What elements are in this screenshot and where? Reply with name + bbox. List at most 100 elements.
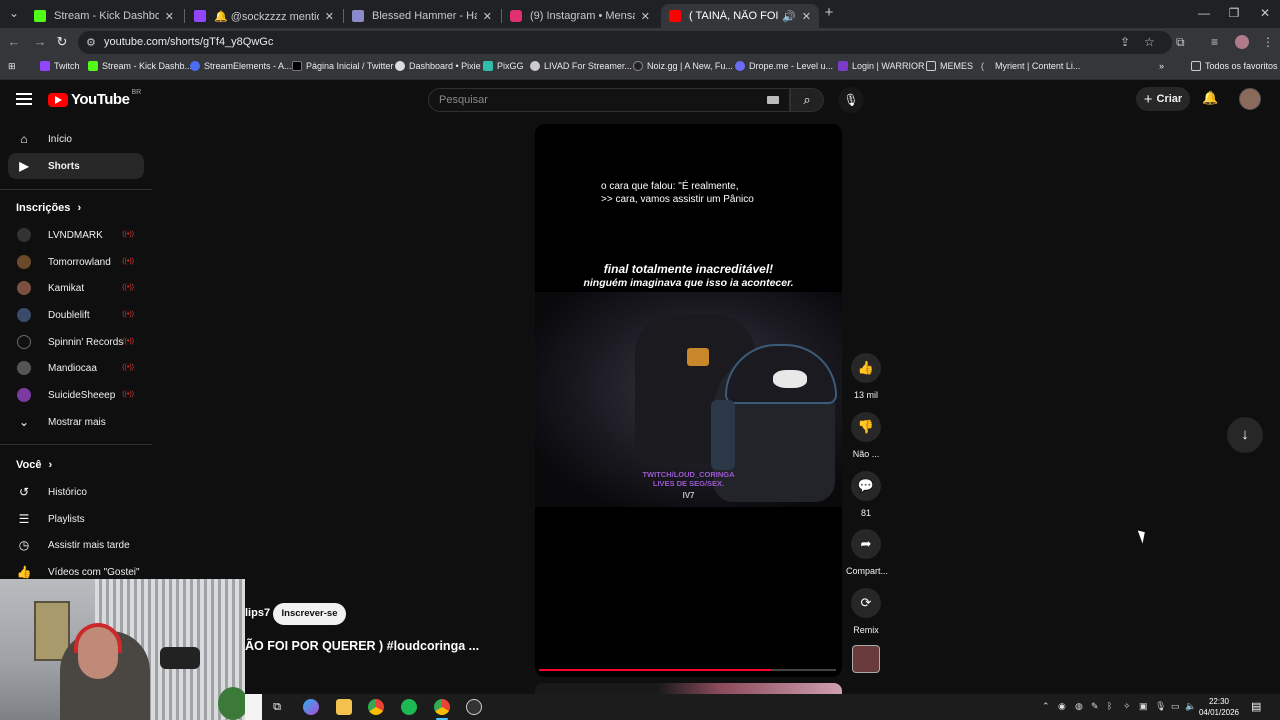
site-info-icon[interactable]: ⚙ xyxy=(86,36,96,49)
taskbar-clock[interactable]: 22:30 04/01/2026 xyxy=(1198,696,1240,718)
browser-profile-avatar[interactable] xyxy=(1235,35,1249,49)
search-button[interactable]: ⌕ xyxy=(790,88,824,112)
sidebar-channel-doublelift[interactable]: Doublelift ((•)) xyxy=(8,302,144,328)
sound-thumbnail[interactable] xyxy=(852,645,880,673)
sidebar-item-shorts[interactable]: ▶ Shorts xyxy=(8,153,144,179)
back-icon[interactable]: ← xyxy=(6,34,22,49)
tray-display-icon[interactable]: ▣ xyxy=(1139,701,1148,712)
sidebar-item-home[interactable]: ⌂ Início xyxy=(8,126,144,152)
bookmark-twitch[interactable]: Twitch xyxy=(40,61,80,71)
channel-handle[interactable]: lips7 xyxy=(245,607,270,619)
tray-volume-icon[interactable]: 🔈 xyxy=(1185,701,1196,712)
dislike-action[interactable]: 👎 Não ... xyxy=(846,412,886,459)
thumbs-up-icon[interactable]: 👍 xyxy=(851,353,881,383)
address-bar[interactable]: ⚙ youtube.com/shorts/gTf4_y8QwGc ⇪ ☆ xyxy=(78,31,1172,54)
sidebar-channel-spinnin-records[interactable]: Spinnin' Records ((•)) xyxy=(8,329,144,355)
tray-steam-icon[interactable]: ◉ xyxy=(1058,701,1066,712)
sidebar-channel-lvndmark[interactable]: LVNDMARK ((•)) xyxy=(8,222,144,248)
all-bookmarks-folder[interactable]: Todos os favoritos xyxy=(1191,61,1278,71)
tray-app-icon[interactable]: ✧ xyxy=(1123,701,1131,712)
spotify-icon[interactable] xyxy=(401,699,417,715)
short-title[interactable]: ÃO FOI POR QUERER ) #loudcoringa ... xyxy=(245,639,479,653)
bookmark-noiz[interactable]: Noiz.gg | A New, Fu... xyxy=(633,61,733,71)
user-avatar[interactable] xyxy=(1239,88,1261,110)
voice-search-button[interactable]: 🎙 xyxy=(838,87,864,113)
sidebar-channel-kamikat[interactable]: Kamikat ((•)) xyxy=(8,275,144,301)
sidebar-channel-tomorrowland[interactable]: Tomorrowland ((•)) xyxy=(8,249,144,275)
browser-tab-youtube[interactable]: ( TAINÁ, NÃO FOI POR QUE 🔊 ✕ xyxy=(661,4,819,28)
remix-icon[interactable]: ⟳ xyxy=(851,588,881,618)
tray-network-icon[interactable]: ▭ xyxy=(1171,701,1180,712)
menu-hamburger-icon[interactable] xyxy=(16,93,32,105)
more-bookmarks-icon[interactable]: » xyxy=(1159,61,1164,71)
youtube-logo[interactable]: YouTube BR xyxy=(48,89,141,108)
close-window-icon[interactable]: ✕ xyxy=(1255,6,1275,20)
chrome-active-icon[interactable] xyxy=(434,699,450,715)
copilot-icon[interactable] xyxy=(303,699,319,715)
close-tab-icon[interactable]: ✕ xyxy=(165,10,174,23)
tray-overflow-icon[interactable]: ⌃ xyxy=(1042,701,1050,712)
remix-action[interactable]: ⟳ Remix xyxy=(846,588,886,635)
video-progress-bar[interactable] xyxy=(539,669,836,671)
bookmark-pixgg[interactable]: PixGG xyxy=(483,61,524,71)
bookmark-warrior[interactable]: Login | WARRIOR xyxy=(838,61,925,71)
close-tab-icon[interactable]: ✕ xyxy=(325,10,334,23)
comments-action[interactable]: 💬 81 xyxy=(846,471,886,518)
like-action[interactable]: 👍 13 mil xyxy=(846,353,886,400)
browser-tab-twitch[interactable]: 🔔 @sockzzzz mentioned you ✕ xyxy=(186,4,342,28)
sidebar-channel-mandiocaa[interactable]: Mandiocaa ((•)) xyxy=(8,355,144,381)
share-icon[interactable]: ➦ xyxy=(851,529,881,559)
tray-discord-icon[interactable]: ◍ xyxy=(1075,701,1083,712)
share-action[interactable]: ➦ Compart... xyxy=(846,529,888,576)
tray-pen-icon[interactable]: ✎ xyxy=(1091,701,1099,712)
sidebar-item-watch-later[interactable]: ◷ Assistir mais tarde xyxy=(8,532,144,558)
reload-icon[interactable]: ↻ xyxy=(54,34,70,50)
short-video-player[interactable]: o cara que falou: "É realmente, >> cara,… xyxy=(535,124,842,677)
notifications-icon[interactable]: ▤ xyxy=(1251,700,1261,713)
browser-tab-kick[interactable]: Stream - Kick Dashboard ✕ xyxy=(26,4,182,28)
browser-tab-hammerkun[interactable]: Blessed Hammer - Hammerkun ✕ xyxy=(344,4,500,28)
restore-icon[interactable]: ❐ xyxy=(1224,6,1244,20)
notifications-bell-icon[interactable]: 🔔 xyxy=(1202,90,1218,106)
close-tab-icon[interactable]: ✕ xyxy=(802,10,811,23)
install-app-icon[interactable]: ⇪ xyxy=(1120,35,1130,49)
task-view-icon[interactable]: ⧉ xyxy=(269,699,285,715)
sidebar-item-playlists[interactable]: ☰ Playlists xyxy=(8,506,144,532)
bookmark-pixie[interactable]: Dashboard • Pixie xyxy=(395,61,481,71)
bookmark-kick[interactable]: Stream - Kick Dashb... xyxy=(88,61,192,71)
close-tab-icon[interactable]: ✕ xyxy=(641,10,650,23)
sidebar-show-more[interactable]: ⌄ Mostrar mais xyxy=(8,409,144,435)
bookmark-streamelements[interactable]: StreamElements - A... xyxy=(190,61,292,71)
next-short-button[interactable]: ↓ xyxy=(1227,417,1263,453)
keyboard-icon[interactable] xyxy=(767,96,779,104)
close-tab-icon[interactable]: ✕ xyxy=(483,10,492,23)
bookmark-star-icon[interactable]: ☆ xyxy=(1144,35,1155,49)
you-header[interactable]: Você › xyxy=(16,459,52,471)
chrome-icon[interactable] xyxy=(368,699,384,715)
sidebar-channel-suicidesheeep[interactable]: SuicideSheeep ((•)) xyxy=(8,382,144,408)
minimize-icon[interactable]: — xyxy=(1194,6,1214,20)
bookmark-drope[interactable]: Drope.me - Level u... xyxy=(735,61,833,71)
browser-tab-instagram[interactable]: (9) Instagram • Mensagens ✕ xyxy=(502,4,658,28)
file-explorer-icon[interactable] xyxy=(336,699,352,715)
comment-icon[interactable]: 💬 xyxy=(851,471,881,501)
tab-search-icon[interactable]: ⌄ xyxy=(4,6,24,20)
extensions-icon[interactable]: ⧉ xyxy=(1176,35,1185,50)
bookmark-twitter[interactable]: Página Inicial / Twitter xyxy=(292,61,393,71)
bookmark-folder-memes[interactable]: MEMES xyxy=(926,61,973,71)
menu-kebab-icon[interactable]: ⋮ xyxy=(1262,35,1274,49)
subscribe-button[interactable]: Inscrever-se xyxy=(273,603,346,625)
subscriptions-header[interactable]: Inscrições › xyxy=(16,202,81,214)
audio-playing-icon[interactable]: 🔊 xyxy=(782,10,796,23)
thumbs-down-icon[interactable]: 👎 xyxy=(851,412,881,442)
create-button[interactable]: + Criar xyxy=(1136,87,1190,111)
sidebar-item-history[interactable]: ↺ Histórico xyxy=(8,479,144,505)
bookmark-myrient[interactable]: (Myrient | Content Li... xyxy=(981,61,1080,71)
bookmark-livad[interactable]: LIVAD For Streamer... xyxy=(530,61,632,71)
tray-mic-icon[interactable]: 🎙 xyxy=(1155,701,1166,712)
search-input[interactable]: Pesquisar xyxy=(428,88,790,112)
apps-grid-icon[interactable]: ⊞ xyxy=(8,61,16,72)
media-control-icon[interactable]: ≡ xyxy=(1211,35,1218,49)
new-tab-button[interactable]: + xyxy=(819,4,839,21)
obs-icon[interactable] xyxy=(466,699,482,715)
